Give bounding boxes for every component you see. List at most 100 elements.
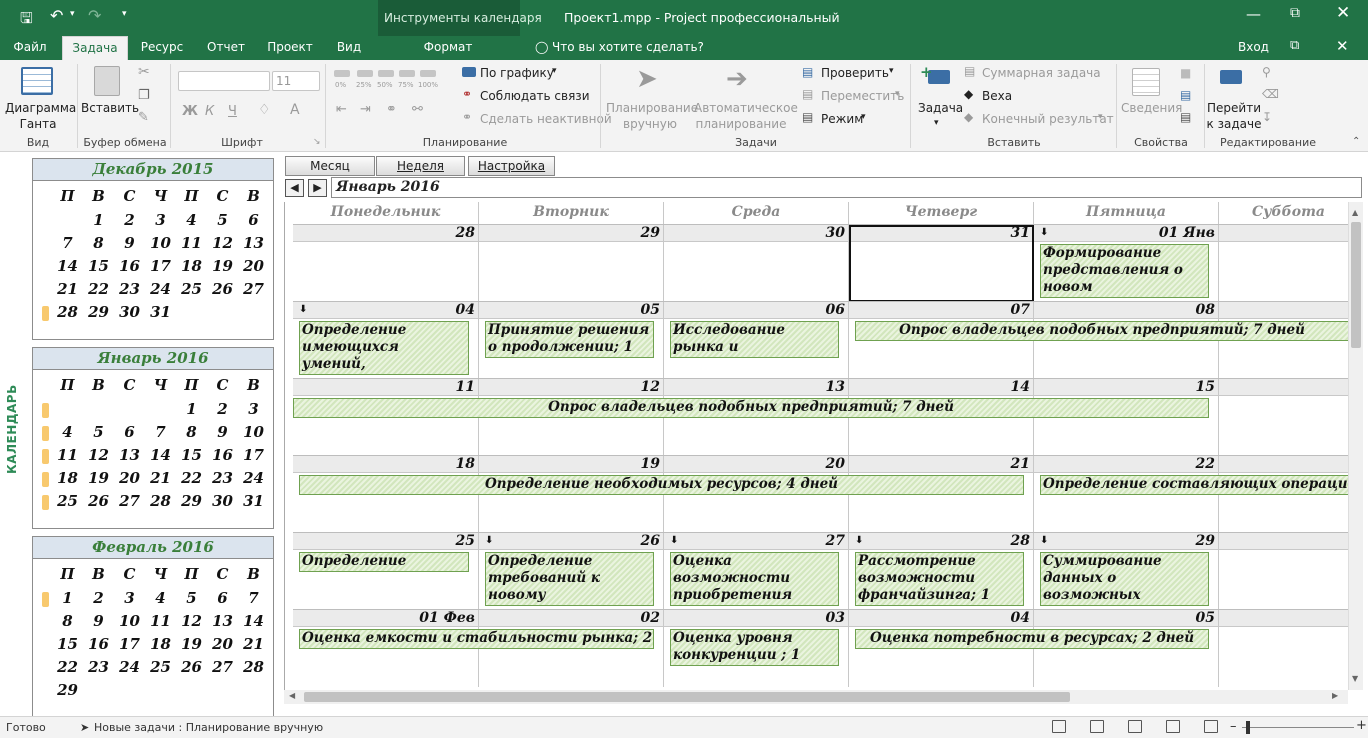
mini-calendar-day[interactable]: 6: [238, 211, 269, 229]
move-button[interactable]: Переместить: [821, 89, 904, 103]
minimize-icon[interactable]: —: [1246, 5, 1261, 23]
mini-calendar-day[interactable]: 5: [207, 211, 238, 229]
mini-calendar-day[interactable]: 21: [145, 469, 176, 487]
mini-calendar-day[interactable]: 31: [145, 303, 176, 321]
zoom-slider[interactable]: [1242, 727, 1354, 728]
mini-calendar-day[interactable]: 24: [145, 280, 176, 298]
mini-calendar-day[interactable]: 19: [83, 469, 114, 487]
month-button[interactable]: Месяц: [285, 156, 375, 176]
more-tasks-arrow-icon[interactable]: ⬇: [485, 535, 493, 546]
horizontal-scrollbar[interactable]: ◀ ▶: [284, 690, 1348, 704]
gantt-chart-button[interactable]: Диаграмма Ганта: [5, 100, 76, 132]
tab-file[interactable]: Файл: [6, 36, 54, 60]
day-cell[interactable]: [1219, 396, 1348, 456]
mini-calendar-day[interactable]: 7: [145, 423, 176, 441]
collapse-ribbon-icon[interactable]: ⌃: [1352, 136, 1360, 147]
mini-calendar-day[interactable]: 23: [207, 469, 238, 487]
mini-calendar-day[interactable]: 12: [207, 234, 238, 252]
fill-color-icon[interactable]: ♢: [258, 102, 271, 118]
task-usage-view-icon[interactable]: [1052, 720, 1066, 733]
day-number[interactable]: 06: [664, 302, 849, 319]
task-bar[interactable]: Исследование рынка и конкуренции; 1 день: [670, 321, 839, 358]
day-cell[interactable]: [479, 242, 664, 302]
day-number[interactable]: 19: [479, 456, 664, 473]
mini-calendar-day[interactable]: 6: [114, 423, 145, 441]
mini-calendar-day[interactable]: 1: [52, 589, 83, 607]
day-number[interactable]: 04: [293, 302, 479, 319]
undo-icon[interactable]: ↶: [50, 6, 63, 25]
task-bar[interactable]: Определение требований к новому предприя…: [485, 552, 654, 606]
day-number[interactable]: 29: [1034, 533, 1219, 550]
mark-on-track-dropdown-icon[interactable]: ▾: [552, 66, 557, 76]
gantt-view-icon[interactable]: [1090, 720, 1104, 733]
day-cell[interactable]: [293, 242, 479, 302]
manually-schedule-button[interactable]: Планирование вручную: [606, 100, 698, 132]
mini-calendar-day[interactable]: 26: [176, 658, 207, 676]
summary-task-button[interactable]: Суммарная задача: [982, 66, 1101, 80]
task-bar[interactable]: Определение составляющих операций: [1040, 475, 1348, 495]
mini-calendar-day[interactable]: 21: [52, 280, 83, 298]
mini-calendar-day[interactable]: 25: [145, 658, 176, 676]
mini-calendar-day[interactable]: 24: [238, 469, 269, 487]
undo-dropdown-icon[interactable]: ▾: [70, 9, 75, 19]
mini-calendar-day[interactable]: 4: [176, 211, 207, 229]
team-planner-view-icon[interactable]: [1128, 720, 1142, 733]
day-number[interactable]: 13: [664, 379, 849, 396]
mini-calendar-day[interactable]: 28: [145, 492, 176, 510]
tab-resource[interactable]: Ресурс: [134, 36, 190, 60]
mini-calendar-day[interactable]: 5: [83, 423, 114, 441]
mini-calendar-day[interactable]: 26: [207, 280, 238, 298]
task-bar[interactable]: Оценка потребности в ресурсах; 2 дней: [855, 629, 1209, 649]
mini-calendar-day[interactable]: 7: [52, 234, 83, 252]
insert-task-button[interactable]: Задача: [918, 101, 963, 115]
task-bar[interactable]: Принятие решения о продолжении; 1 день: [485, 321, 654, 358]
day-number[interactable]: 18: [293, 456, 479, 473]
pct-75-icon[interactable]: [399, 70, 415, 77]
mini-calendar-day[interactable]: 8: [83, 234, 114, 252]
task-bar[interactable]: Формирование представления о новом предп…: [1040, 244, 1209, 298]
mini-calendar-day[interactable]: 17: [145, 257, 176, 275]
day-number[interactable]: [1219, 610, 1348, 627]
task-bar[interactable]: Оценка уровня конкуренции ; 1 день: [670, 629, 839, 666]
respect-links-button[interactable]: Соблюдать связи: [480, 89, 590, 103]
mini-calendar-day[interactable]: 20: [238, 257, 269, 275]
task-bar[interactable]: Суммирование данных о возможных подходах…: [1040, 552, 1209, 606]
mini-calendar-day[interactable]: 2: [114, 211, 145, 229]
day-number[interactable]: 20: [664, 456, 849, 473]
mini-calendar-day[interactable]: 16: [83, 635, 114, 653]
mini-calendar-day[interactable]: 25: [176, 280, 207, 298]
mini-calendar-day[interactable]: 16: [114, 257, 145, 275]
pct-100-icon[interactable]: [420, 70, 436, 77]
mini-calendar-day[interactable]: 19: [207, 257, 238, 275]
mini-calendar-day[interactable]: 28: [238, 658, 269, 676]
move-dropdown-icon[interactable]: ▾: [895, 89, 900, 99]
mini-calendar-day[interactable]: 18: [52, 469, 83, 487]
zoom-slider-thumb[interactable]: [1246, 721, 1250, 734]
task-bar[interactable]: Определение имеющихся умений, навыков,ин…: [299, 321, 469, 375]
prev-month-icon[interactable]: ◀: [285, 179, 304, 197]
mini-calendar-day[interactable]: 13: [114, 446, 145, 464]
task-bar[interactable]: Опрос владельцев подобных предприятий; 7…: [293, 398, 1209, 418]
outdent-icon[interactable]: ⇤: [336, 102, 347, 117]
day-number[interactable]: 07: [849, 302, 1034, 319]
day-number[interactable]: 25: [293, 533, 479, 550]
day-number[interactable]: [1219, 302, 1348, 319]
day-cell[interactable]: [1219, 242, 1348, 302]
day-number[interactable]: 01 Фев: [293, 610, 479, 627]
mini-calendar-day[interactable]: 30: [207, 492, 238, 510]
fill-icon[interactable]: ↧: [1262, 110, 1272, 124]
mini-calendar-day[interactable]: 23: [83, 658, 114, 676]
notes-icon[interactable]: ■: [1180, 66, 1191, 80]
scroll-down-icon[interactable]: ▼: [1352, 674, 1358, 683]
horizontal-scroll-thumb[interactable]: [304, 692, 1070, 702]
day-number[interactable]: 29: [479, 225, 664, 242]
add-to-timeline-icon[interactable]: ▤: [1180, 110, 1191, 124]
mini-calendar-day[interactable]: 14: [52, 257, 83, 275]
mini-calendar-day[interactable]: 8: [176, 423, 207, 441]
vertical-scrollbar[interactable]: ▲ ▼: [1348, 202, 1363, 690]
mini-calendar-day[interactable]: 10: [145, 234, 176, 252]
tell-me-input[interactable]: Что вы хотите сделать?: [552, 40, 704, 54]
italic-button[interactable]: К: [205, 104, 214, 119]
task-bar[interactable]: Определение составляющих: [299, 552, 469, 572]
day-cell[interactable]: [1219, 550, 1348, 610]
